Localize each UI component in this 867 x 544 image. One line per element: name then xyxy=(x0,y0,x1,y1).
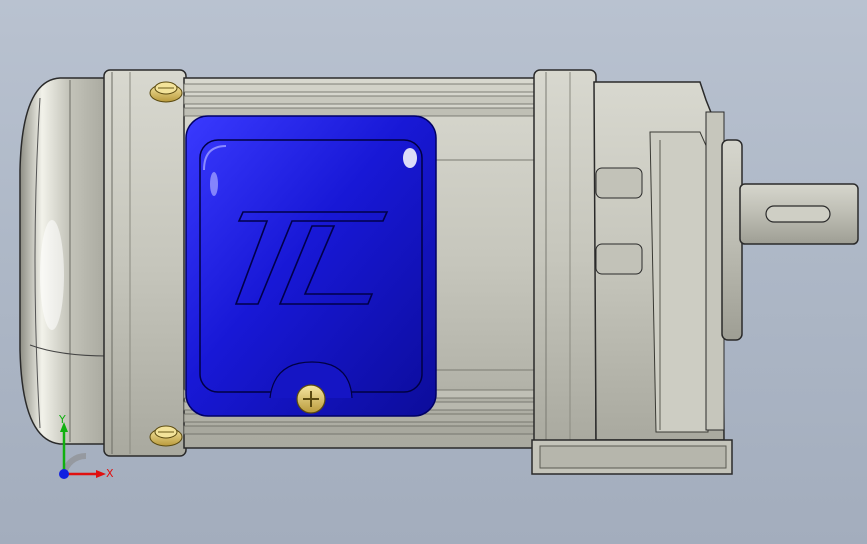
coordinate-triad: Y X xyxy=(50,414,120,488)
output-shaft[interactable] xyxy=(721,139,859,341)
x-axis-label: X xyxy=(106,467,114,480)
fan-cover[interactable] xyxy=(19,77,109,445)
y-axis-label: Y xyxy=(59,413,66,426)
gearbox-flange[interactable] xyxy=(533,69,597,447)
rear-flange[interactable] xyxy=(103,69,187,457)
terminal-box[interactable] xyxy=(185,115,437,417)
terminal-box-screw[interactable] xyxy=(296,384,326,414)
gear-motor-model[interactable] xyxy=(0,0,867,544)
gearbox-housing[interactable] xyxy=(593,81,725,441)
cad-viewport[interactable]: Y X xyxy=(0,0,867,544)
mounting-foot[interactable] xyxy=(531,439,733,475)
